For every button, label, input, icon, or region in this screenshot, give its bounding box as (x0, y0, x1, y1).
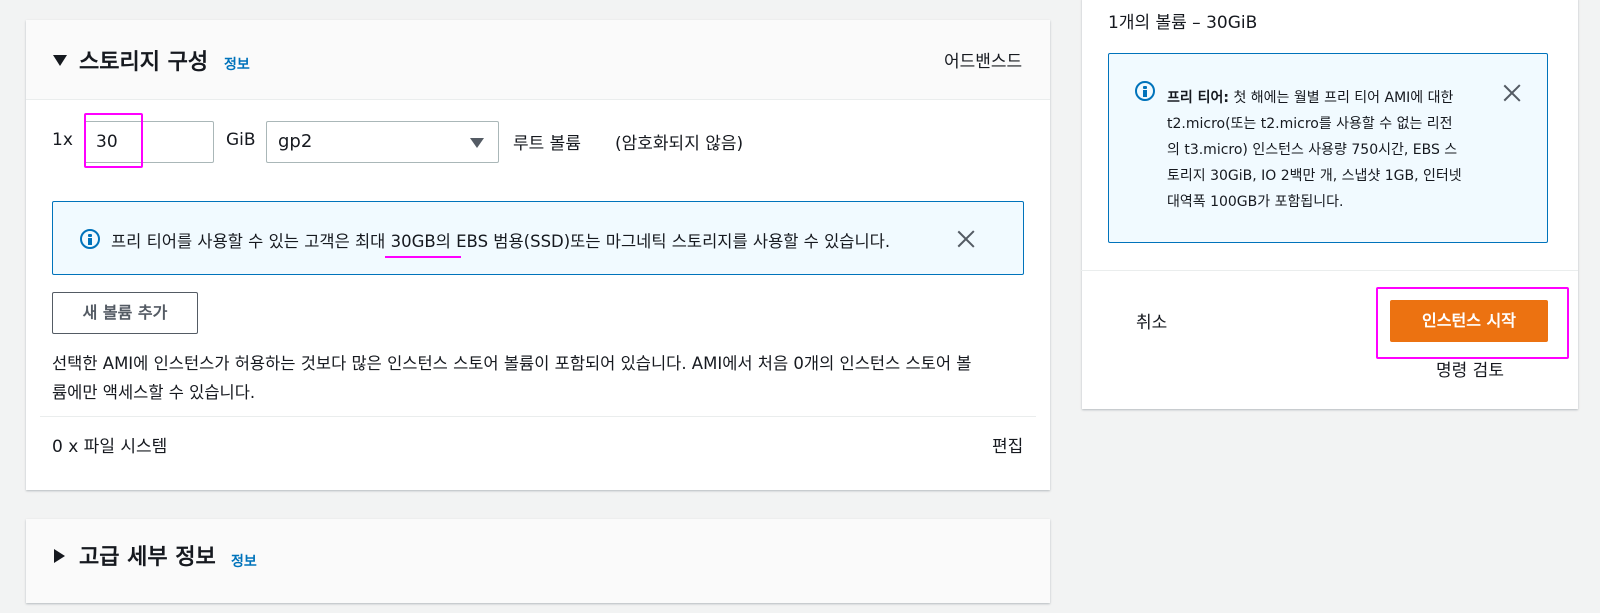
review-link[interactable]: 명령 검토 (1436, 356, 1504, 381)
size-unit: GiB (226, 130, 256, 150)
free-tier-alert: 프리 티어를 사용할 수 있는 고객은 최대 30GB의 EBS 범용(SSD)… (52, 201, 1024, 275)
storage-info-link[interactable]: 정보 (224, 54, 250, 74)
volume-type-select[interactable]: gp2 (266, 121, 499, 163)
free-tier-line-4: 토리지 30GiB, IO 2백만 개, 스냅샷 1GB, 인터넷 (1167, 168, 1462, 184)
advanced-link[interactable]: 어드밴스드 (944, 47, 1022, 72)
root-volume-label: 루트 볼륨 (513, 134, 581, 154)
instance-store-note-line1: 선택한 AMI에 인스턴스가 허용하는 것보다 많은 인스턴스 스토어 볼륨이 … (52, 354, 972, 373)
advanced-details-panel[interactable]: 고급 세부 정보 정보 (26, 519, 1050, 603)
free-tier-line-1: 첫 해에는 월별 프리 티어 AMI에 대한 (1233, 90, 1454, 106)
free-tier-line-3: 의 t3.micro) 인스턴스 사용량 750시간, EBS 스 (1167, 142, 1458, 158)
volume-multiplier: 1x (52, 130, 73, 150)
add-volume-button[interactable]: 새 볼륨 추가 (52, 292, 198, 334)
free-tier-line-2: t2.micro(또는 t2.micro를 사용할 수 없는 리전 (1167, 116, 1453, 132)
advanced-info-link[interactable]: 정보 (231, 551, 257, 571)
launch-instance-button[interactable]: 인스턴스 시작 (1390, 300, 1548, 342)
close-icon[interactable] (956, 229, 976, 249)
caret-down-icon[interactable] (53, 55, 67, 66)
storage-title: 스토리지 구성 (79, 50, 209, 75)
caret-right-icon[interactable] (54, 549, 65, 563)
filesystem-count: 0 x 파일 시스템 (52, 437, 168, 457)
edit-link[interactable]: 편집 (992, 432, 1023, 457)
free-tier-info-box: 프리 티어: 첫 해에는 월별 프리 티어 AMI에 대한 t2.micro(또… (1108, 53, 1548, 243)
free-tier-heading: 프리 티어: (1167, 90, 1229, 106)
volume-summary: 1개의 볼륨 – 30GiB (1108, 13, 1258, 33)
free-tier-line-5: 대역폭 100GB가 포함됩니다. (1167, 194, 1344, 210)
storage-config-panel: 스토리지 구성 정보 어드밴스드 1x GiB gp2 루트 볼륨 (암호화되지… (26, 20, 1050, 490)
amount-underline-highlight (385, 256, 461, 258)
instance-store-note-line2: 륨에만 액세스할 수 있습니다. (52, 383, 256, 402)
summary-divider (1080, 270, 1578, 271)
summary-panel: 1개의 볼륨 – 30GiB 프리 티어: 첫 해에는 월별 프리 티어 AMI… (1080, 0, 1578, 409)
advanced-title: 고급 세부 정보 (79, 545, 216, 570)
free-tier-info-text: 프리 티어: 첫 해에는 월별 프리 티어 AMI에 대한 t2.micro(또… (1167, 85, 1497, 215)
section-divider (40, 416, 1036, 417)
storage-panel-header[interactable]: 스토리지 구성 정보 어드밴스드 (26, 20, 1050, 100)
chevron-down-icon (470, 138, 484, 148)
volume-type-value: gp2 (278, 131, 313, 152)
cancel-button[interactable]: 취소 (1136, 308, 1167, 333)
encryption-status: (암호화되지 않음) (615, 134, 744, 154)
close-icon[interactable] (1502, 83, 1522, 103)
volume-size-input[interactable] (84, 121, 214, 163)
free-tier-alert-text: 프리 티어를 사용할 수 있는 고객은 최대 30GB의 EBS 범용(SSD)… (111, 232, 891, 251)
info-icon (1135, 81, 1155, 101)
info-icon (80, 229, 100, 249)
